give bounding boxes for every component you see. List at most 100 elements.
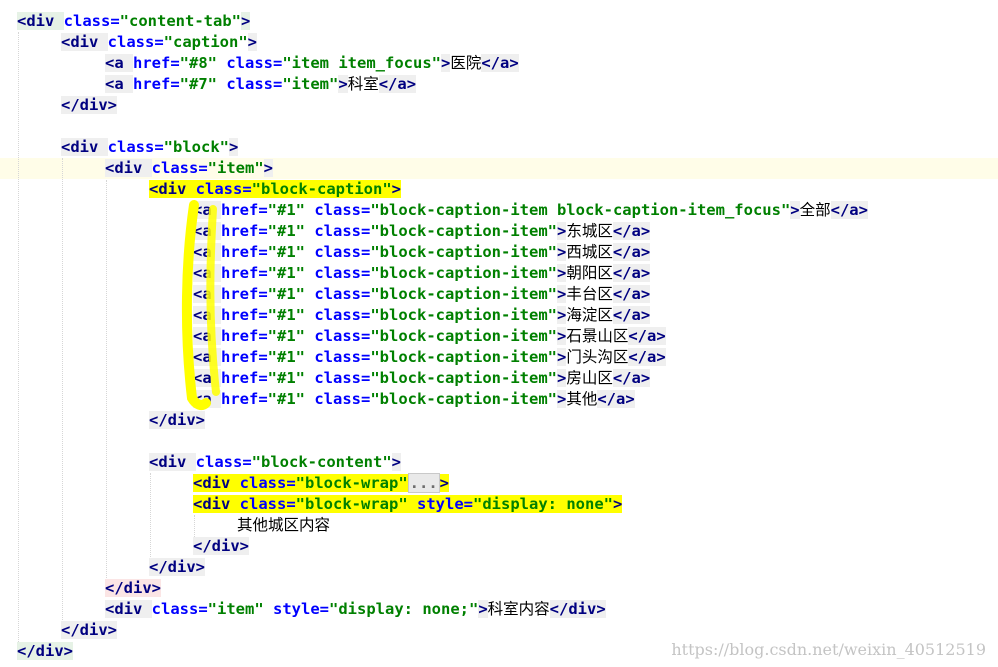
code-line: <a href="#1" class="block-caption-item">… bbox=[193, 263, 651, 284]
code-token-txt: 其他 bbox=[566, 390, 598, 408]
code-token-tag: > bbox=[556, 390, 567, 408]
code-token-tag: > bbox=[229, 138, 239, 156]
code-token-txt: 其他城区内容 bbox=[237, 516, 331, 534]
code-line: </div> bbox=[61, 95, 117, 116]
code-token-tag: > bbox=[612, 495, 623, 513]
code-token-tag: > bbox=[556, 348, 567, 366]
code-token-tag: <div bbox=[149, 180, 196, 198]
code-token-txt: 石景山区 bbox=[566, 327, 629, 345]
code-line: </div> bbox=[193, 536, 249, 557]
code-token-tag: > bbox=[556, 306, 567, 324]
code-line: </div> bbox=[105, 578, 161, 599]
code-line: <div class="block-caption"> bbox=[149, 179, 401, 200]
code-line: <a href="#1" class="block-caption-item">… bbox=[193, 389, 635, 410]
code-token-attr: style= bbox=[273, 600, 329, 618]
code-line: </div> bbox=[61, 620, 117, 641]
code-token-tag: </a> bbox=[628, 327, 666, 345]
code-token-txt: 海淀区 bbox=[566, 306, 613, 324]
code-token-attr: class= bbox=[314, 222, 371, 240]
code-token-tag: > bbox=[247, 33, 258, 51]
code-token-tag: <div bbox=[105, 159, 152, 177]
code-token-attr: style= bbox=[417, 495, 473, 513]
code-token-val: "content-tab" bbox=[119, 12, 241, 30]
indent-guide bbox=[150, 473, 151, 561]
code-token-tag: <div bbox=[17, 12, 64, 30]
code-line: <a href="#1" class="block-caption-item b… bbox=[193, 200, 868, 221]
code-token-val: "display: none;" bbox=[329, 600, 479, 618]
code-token-txt: 科室内容 bbox=[487, 600, 550, 618]
code-token-tag: <div bbox=[193, 474, 240, 492]
code-token-txt: 丰台区 bbox=[566, 285, 613, 303]
code-line: </div> bbox=[17, 641, 73, 662]
code-token-tag: > bbox=[439, 474, 449, 492]
code-token-tag: > bbox=[556, 243, 567, 261]
code-token-val: "item" bbox=[207, 159, 264, 177]
code-token-tag: > bbox=[440, 54, 451, 72]
code-token-attr: class= bbox=[314, 264, 371, 282]
code-token-tag: </a> bbox=[612, 369, 651, 387]
code-token-tag: </a> bbox=[612, 285, 651, 303]
code-token-tag: > bbox=[556, 264, 567, 282]
code-token-tag: > bbox=[391, 453, 401, 471]
code-token-attr: href= bbox=[133, 75, 180, 93]
code-token-attr: href= bbox=[221, 201, 268, 219]
code-line: <div class="block"> bbox=[61, 137, 239, 158]
code-token-val: "#1" bbox=[267, 201, 315, 219]
code-token-attr: href= bbox=[221, 285, 268, 303]
code-line: </div> bbox=[149, 557, 205, 578]
code-line: <div class="block-wrap" style="display: … bbox=[193, 494, 623, 515]
code-token-val: "block-content" bbox=[251, 453, 392, 471]
code-token-fold: ... bbox=[407, 473, 440, 493]
code-token-attr: class= bbox=[314, 369, 371, 387]
code-token-tag: </div> bbox=[17, 642, 73, 660]
code-token-val: "block-caption-item" bbox=[370, 369, 557, 387]
code-token-attr: class= bbox=[314, 327, 371, 345]
code-token-tag: <a bbox=[193, 264, 221, 282]
code-line: <a href="#1" class="block-caption-item">… bbox=[193, 221, 651, 242]
code-line: <a href="#1" class="block-caption-item">… bbox=[193, 326, 666, 347]
code-token-tag: </div> bbox=[149, 411, 205, 429]
code-token-val: "block-caption-item" bbox=[370, 264, 557, 282]
code-token-tag: </div> bbox=[193, 537, 249, 555]
code-token-tag: </a> bbox=[378, 75, 417, 93]
code-token-tag: <div bbox=[61, 33, 108, 51]
code-token-attr: class= bbox=[314, 243, 371, 261]
code-token-attr: href= bbox=[221, 264, 268, 282]
code-token-val: "caption" bbox=[163, 33, 248, 51]
code-token-tag: </a> bbox=[612, 243, 651, 261]
code-token-tag: > bbox=[790, 201, 800, 219]
code-token-val: "block-caption-item" bbox=[370, 243, 557, 261]
code-token-txt: 东城区 bbox=[566, 222, 613, 240]
code-token-tag: </div> bbox=[105, 579, 161, 597]
code-token-val: "block-caption-item" bbox=[370, 306, 557, 324]
code-line: <div class="content-tab"> bbox=[17, 11, 251, 32]
watermark-text: https://blog.csdn.net/weixin_40512519 bbox=[671, 640, 986, 659]
code-token-txt: 科室 bbox=[347, 75, 379, 93]
code-token-attr: class= bbox=[226, 75, 283, 93]
code-token-attr: class= bbox=[314, 390, 371, 408]
code-token-tag: </a> bbox=[612, 222, 651, 240]
code-token-tag: </div> bbox=[149, 558, 205, 576]
code-token-tag: > bbox=[478, 600, 488, 618]
code-editor[interactable]: <div class="content-tab"> <div class="cap… bbox=[0, 0, 998, 667]
code-token-tag: <div bbox=[149, 453, 196, 471]
code-token-val: "display: none" bbox=[473, 495, 613, 513]
code-token-val: "item" bbox=[207, 600, 273, 618]
code-token-attr: class= bbox=[151, 600, 208, 618]
code-token-val: "block-wrap" bbox=[295, 474, 408, 492]
code-token-tag: > bbox=[391, 180, 401, 198]
code-token-tag: <div bbox=[193, 495, 240, 513]
code-token-attr: class= bbox=[63, 12, 120, 30]
code-token-txt: 朝阳区 bbox=[566, 264, 613, 282]
code-token-tag: <a bbox=[105, 75, 133, 93]
code-token-attr: href= bbox=[221, 348, 268, 366]
code-token-val: "block-caption-item" bbox=[370, 327, 557, 345]
code-line: <a href="#1" class="block-caption-item">… bbox=[193, 305, 651, 326]
code-token-val: "#1" bbox=[267, 327, 315, 345]
code-token-val: "item item_focus" bbox=[282, 54, 441, 72]
code-line: <div class="block-wrap"... > bbox=[193, 473, 449, 494]
code-token-val: "#1" bbox=[267, 285, 315, 303]
code-token-val: "#1" bbox=[267, 264, 315, 282]
code-token-attr: class= bbox=[314, 348, 371, 366]
code-token-tag: > bbox=[556, 222, 567, 240]
